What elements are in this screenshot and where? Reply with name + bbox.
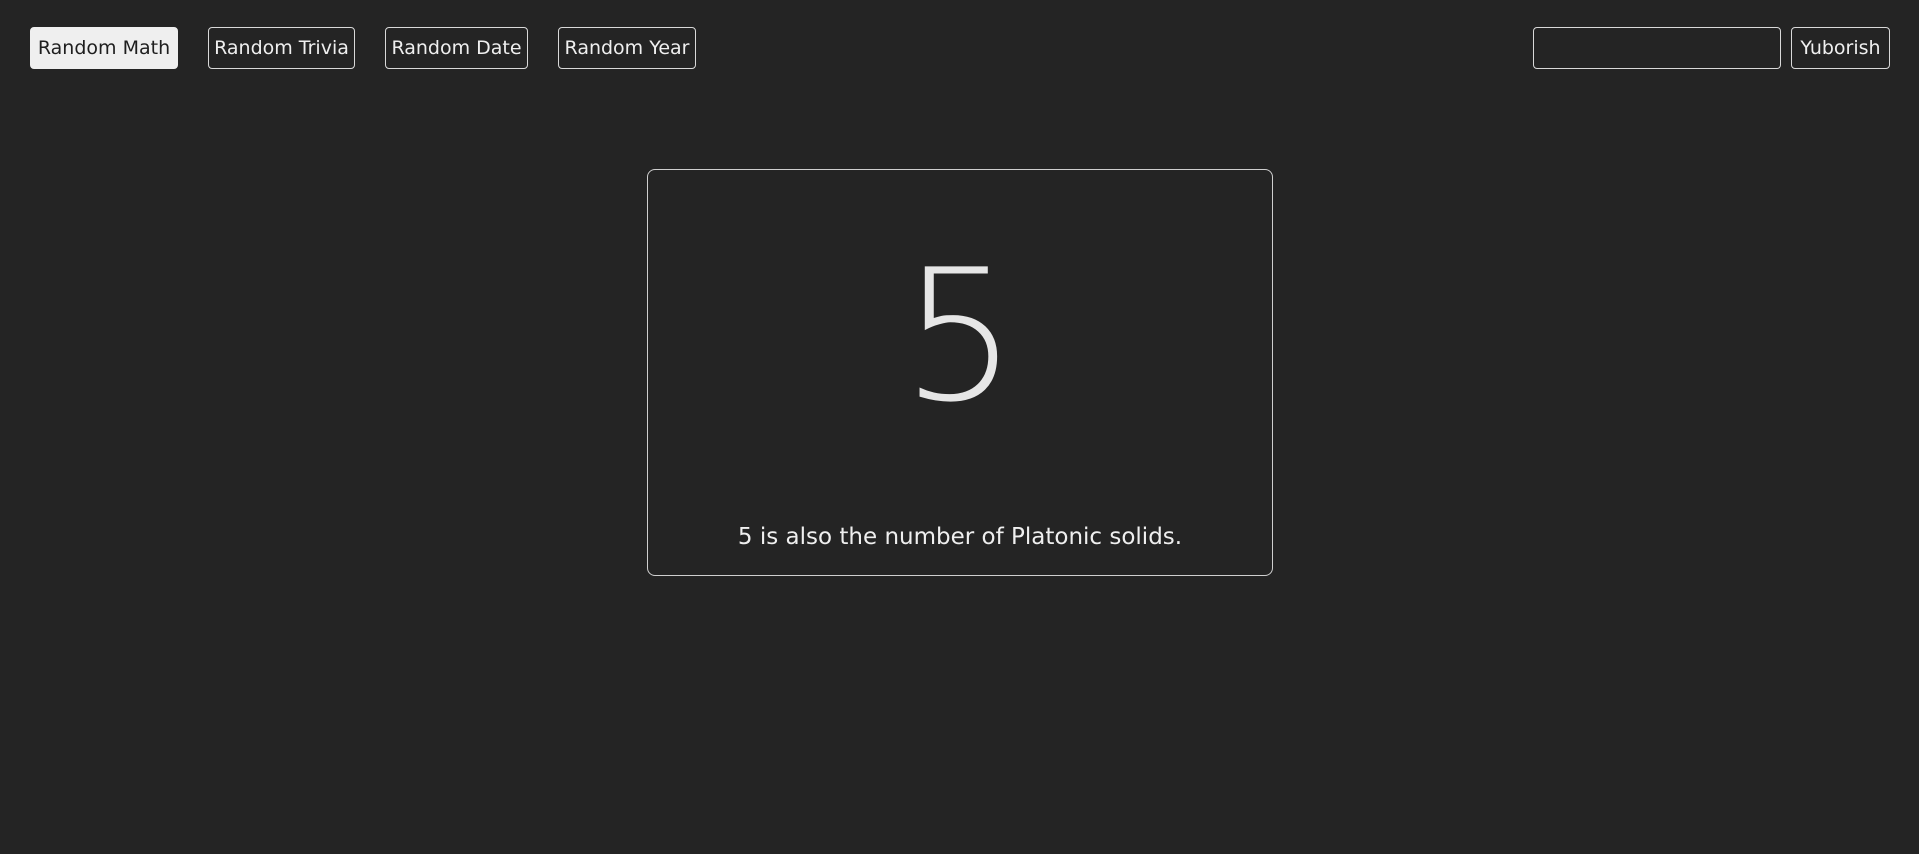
submit-button[interactable]: Yuborish	[1791, 27, 1890, 69]
number-input[interactable]	[1533, 27, 1781, 69]
random-year-button[interactable]: Random Year	[558, 27, 696, 69]
random-math-button[interactable]: Random Math	[30, 27, 178, 69]
result-fact: 5 is also the number of Platonic solids.	[737, 524, 1183, 550]
random-trivia-button[interactable]: Random Trivia	[208, 27, 355, 69]
result-number: 5	[901, 230, 1018, 442]
random-date-button[interactable]: Random Date	[385, 27, 528, 69]
